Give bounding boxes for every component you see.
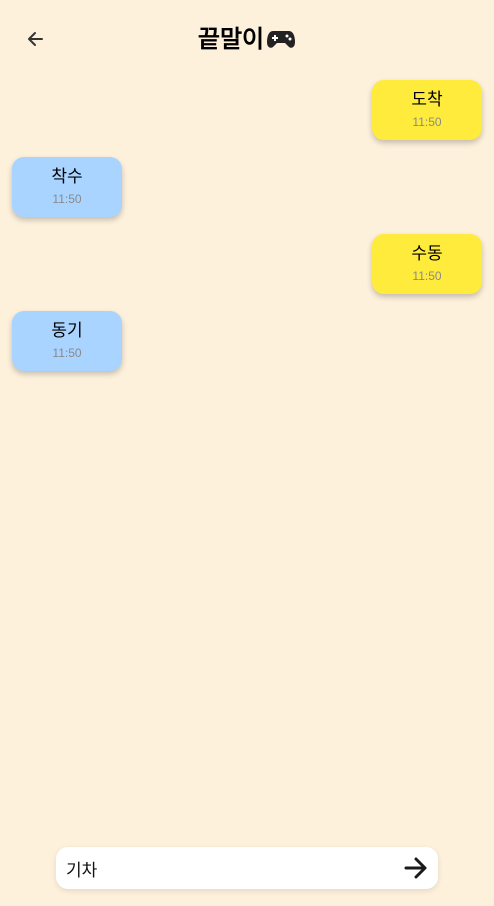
message-bubble-sent: 도착 11:50 (372, 80, 482, 140)
message-text: 동기 (51, 321, 83, 341)
message-text: 착수 (51, 167, 83, 187)
page-title-text: 끝말이 (197, 25, 265, 53)
message-input[interactable] (66, 847, 386, 889)
message-time: 11:50 (52, 192, 82, 206)
arrow-right-icon (404, 857, 427, 879)
message-bubble-received: 착수 11:50 (12, 157, 122, 217)
page-title: 끝말이 (0, 22, 494, 56)
message-time: 11:50 (412, 115, 442, 129)
message-bubble-received: 동기 11:50 (12, 311, 122, 371)
message-time: 11:50 (52, 346, 82, 360)
gamepad-icon (267, 31, 296, 48)
message-bubble-sent: 수동 11:50 (372, 234, 482, 294)
message-composer (56, 847, 438, 889)
message-time: 11:50 (412, 269, 442, 283)
message-text: 도착 (411, 90, 443, 110)
app-header: 끝말이 (0, 0, 494, 78)
send-button[interactable] (402, 855, 430, 881)
message-text: 수동 (411, 244, 443, 264)
